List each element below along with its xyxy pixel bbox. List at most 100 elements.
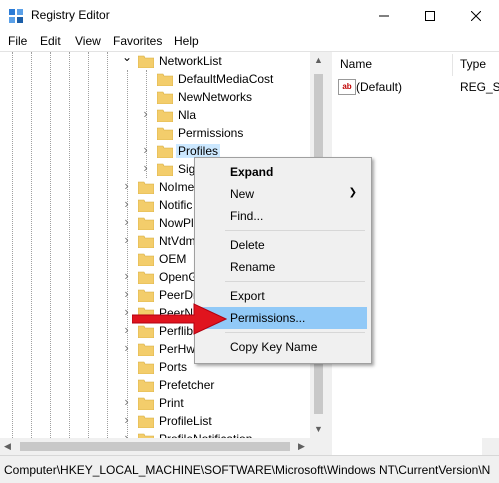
tree-node-label: Ports bbox=[159, 360, 188, 374]
menu-edit[interactable]: Edit bbox=[40, 34, 61, 48]
menu-file[interactable]: File bbox=[8, 34, 27, 48]
tree-guide bbox=[12, 52, 13, 438]
menu-item-find[interactable]: Find... bbox=[197, 205, 367, 227]
tree-horizontal-scrollbar[interactable]: ◀ ▶ bbox=[0, 438, 327, 455]
tree-node-label: NewNetworks bbox=[178, 90, 253, 104]
tree-node-label: DefaultMediaCost bbox=[178, 72, 274, 86]
value-type: REG_SZ bbox=[460, 80, 499, 94]
tree-node[interactable]: ⌄ NetworkList bbox=[122, 52, 322, 71]
tree-node-label: Permissions bbox=[178, 126, 244, 140]
tree-node-label: Profiles bbox=[176, 144, 221, 158]
expand-chevron-icon[interactable]: › bbox=[122, 395, 131, 408]
menu-item-label: Permissions... bbox=[230, 311, 306, 325]
tree-node[interactable]: DefaultMediaCost bbox=[141, 71, 327, 89]
value-row[interactable]: ab (Default) REG_SZ bbox=[338, 78, 499, 96]
tree-node[interactable]: NewNetworks bbox=[141, 89, 327, 107]
expand-chevron-icon[interactable]: › bbox=[122, 215, 131, 228]
menu-favorites[interactable]: Favorites bbox=[113, 34, 162, 48]
close-button[interactable] bbox=[453, 0, 499, 31]
expand-chevron-icon[interactable]: › bbox=[122, 233, 131, 246]
string-value-icon: ab bbox=[338, 79, 356, 95]
tree-node-label: NowPl bbox=[159, 216, 194, 230]
tree-node-label: NetworkList bbox=[159, 54, 222, 68]
folder-icon bbox=[138, 199, 154, 212]
tree-connector bbox=[122, 255, 131, 264]
folder-icon bbox=[138, 235, 154, 248]
scroll-left-arrow-icon[interactable]: ◀ bbox=[4, 441, 11, 452]
status-bar: Computer\HKEY_LOCAL_MACHINE\SOFTWARE\Mic… bbox=[0, 455, 499, 483]
folder-icon bbox=[157, 145, 173, 158]
menu-item-delete[interactable]: Delete bbox=[197, 234, 367, 256]
expand-chevron-icon[interactable]: › bbox=[122, 323, 131, 336]
maximize-icon bbox=[425, 10, 435, 21]
tree-node-label: ProfileList bbox=[159, 414, 212, 428]
expand-chevron-icon[interactable]: › bbox=[141, 107, 150, 120]
folder-icon bbox=[157, 91, 173, 104]
expand-chevron-icon[interactable]: › bbox=[122, 305, 131, 318]
menu-separator bbox=[225, 281, 365, 282]
menu-item-new[interactable]: New ❯ bbox=[197, 183, 367, 205]
column-header-type[interactable]: Type bbox=[460, 57, 486, 71]
menu-item-copy-key-name[interactable]: Copy Key Name bbox=[197, 336, 367, 358]
expand-chevron-icon[interactable]: › bbox=[122, 413, 131, 426]
title-bar: Registry Editor bbox=[0, 0, 499, 31]
menu-item-label: New bbox=[230, 187, 255, 201]
tree-node[interactable]: Prefetcher bbox=[122, 377, 322, 395]
menu-separator bbox=[225, 230, 365, 231]
expand-chevron-icon[interactable]: › bbox=[122, 269, 131, 282]
scrollbar-thumb[interactable] bbox=[20, 442, 290, 451]
tree-guide bbox=[107, 52, 108, 438]
tree-connector bbox=[141, 129, 150, 138]
tree-node-label: Prefetcher bbox=[159, 378, 215, 392]
tree-connector bbox=[122, 381, 131, 390]
scroll-right-arrow-icon[interactable]: ▶ bbox=[298, 441, 305, 452]
maximize-button[interactable] bbox=[407, 0, 453, 31]
folder-icon bbox=[157, 127, 173, 140]
expand-chevron-icon[interactable]: › bbox=[122, 287, 131, 300]
menu-item-rename[interactable]: Rename bbox=[197, 256, 367, 278]
menu-item-expand[interactable]: Expand bbox=[197, 161, 367, 183]
menu-view[interactable]: View bbox=[75, 34, 101, 48]
tree-node[interactable]: › Nla bbox=[141, 107, 327, 125]
expand-chevron-icon[interactable]: › bbox=[122, 341, 131, 354]
folder-icon bbox=[138, 379, 154, 392]
expand-chevron-icon[interactable]: › bbox=[141, 161, 150, 174]
tree-guide bbox=[69, 52, 70, 438]
registry-editor-icon bbox=[9, 9, 23, 23]
value-name: (Default) bbox=[356, 80, 403, 94]
tree-node-label: PeerDi bbox=[159, 288, 196, 302]
tree-node[interactable]: Permissions bbox=[141, 125, 327, 143]
menu-item-label: Delete bbox=[230, 238, 265, 252]
folder-icon bbox=[138, 361, 154, 374]
tree-node[interactable]: › Print bbox=[122, 395, 322, 413]
folder-icon bbox=[157, 163, 173, 176]
tree-node-label: Nla bbox=[178, 108, 197, 122]
menu-item-label: Copy Key Name bbox=[230, 340, 318, 354]
menu-help[interactable]: Help bbox=[174, 34, 199, 48]
expand-chevron-icon[interactable]: › bbox=[122, 179, 131, 192]
tree-node-label: NtVdm bbox=[159, 234, 196, 248]
menu-item-label: Find... bbox=[230, 209, 264, 223]
scrollbar-corner bbox=[482, 438, 499, 455]
menu-item-label: Export bbox=[230, 289, 265, 303]
menu-item-label: Rename bbox=[230, 260, 276, 274]
scroll-down-arrow-icon[interactable]: ▼ bbox=[314, 424, 323, 434]
tree-connector bbox=[141, 93, 150, 102]
tree-guide bbox=[88, 52, 89, 438]
menu-separator bbox=[225, 332, 365, 333]
tree-node-label: Print bbox=[159, 396, 184, 410]
expand-chevron-icon[interactable]: › bbox=[141, 143, 150, 156]
tree-node[interactable]: ›ProfileNotification bbox=[122, 431, 322, 438]
scroll-up-arrow-icon[interactable]: ▲ bbox=[314, 55, 323, 65]
collapse-chevron-icon[interactable]: ⌄ bbox=[122, 52, 132, 63]
tree-guide bbox=[50, 52, 51, 438]
folder-icon bbox=[138, 55, 154, 68]
minimize-button[interactable] bbox=[361, 0, 407, 31]
window-title: Registry Editor bbox=[31, 8, 110, 22]
column-separator[interactable] bbox=[452, 54, 453, 76]
folder-icon bbox=[157, 109, 173, 122]
tree-node[interactable]: › ProfileList bbox=[122, 413, 322, 431]
column-header-name[interactable]: Name bbox=[340, 57, 372, 71]
menu-item-label: Expand bbox=[230, 165, 274, 179]
expand-chevron-icon[interactable]: › bbox=[122, 197, 131, 210]
